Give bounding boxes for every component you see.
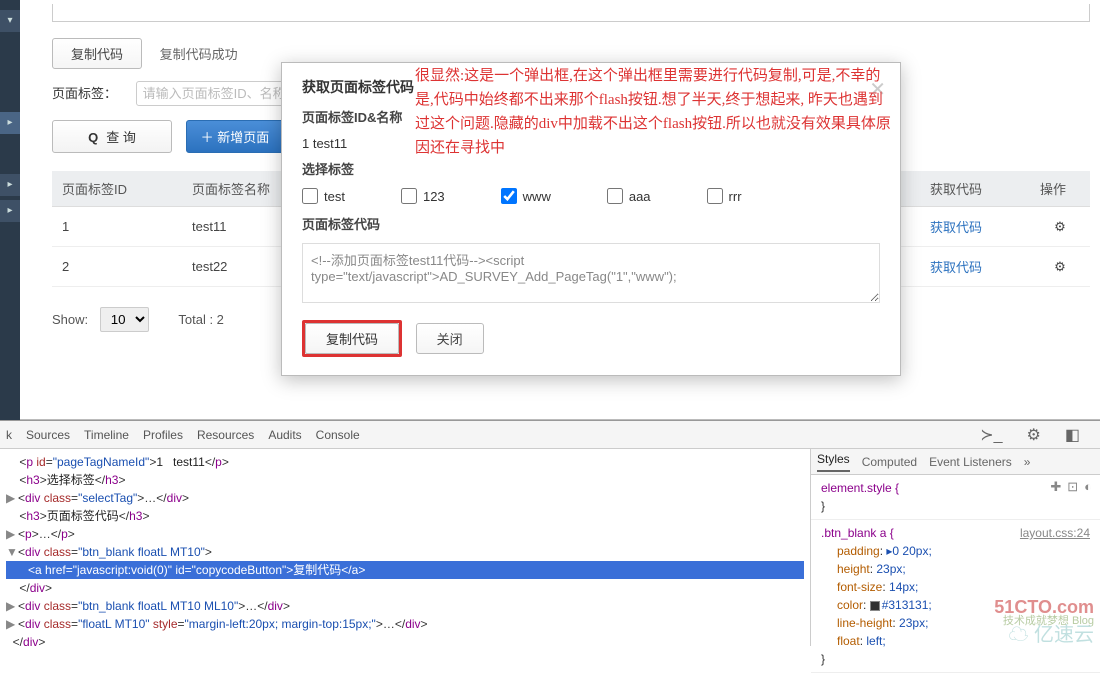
gear-icon[interactable]: ⚙ (1030, 207, 1090, 247)
tab-console[interactable]: Console (316, 428, 360, 442)
annotation-text: 很显然:这是一个弹出框,在这个弹出框里需要进行代码复制,可是,不幸的是,代码中始… (415, 64, 895, 160)
checkbox-row: test 123 www aaa rrr (302, 188, 880, 204)
check-label: www (523, 189, 551, 204)
tab-timeline[interactable]: Timeline (84, 428, 129, 442)
total-text: Total : 2 (178, 312, 224, 327)
code-label: 页面标签代码 (302, 214, 880, 233)
watermark: 51CTO.com 技术成就梦想 Blog ☁ 亿速云 (994, 600, 1094, 642)
check-rrr[interactable]: rrr (707, 188, 742, 204)
choose-tag-label: 选择标签 (302, 159, 880, 178)
left-sidebar: ▾ ▸ ▸ ▸ (0, 0, 20, 420)
new-rule-icon[interactable]: ✚ (1050, 479, 1061, 495)
check-label: rrr (729, 189, 742, 204)
check-label: 123 (423, 189, 445, 204)
dock-icon[interactable]: ◧ (1065, 425, 1080, 445)
tab-sources[interactable]: Sources (26, 428, 70, 442)
tab-audits[interactable]: Audits (268, 428, 301, 442)
page-size-select[interactable]: 10 (100, 307, 149, 332)
rule-selector: .btn_blank a { (821, 526, 894, 540)
gear-icon[interactable]: ⚙ (1030, 247, 1090, 287)
chevron-right-icon[interactable]: ▸ (0, 200, 20, 222)
rule-selector: element.style { (821, 481, 899, 495)
code-textarea[interactable]: <!--添加页面标签test11代码--><script type="text/… (302, 243, 880, 303)
th-op: 操作 (1030, 171, 1090, 207)
copy-code-button[interactable]: 复制代码 (305, 323, 399, 354)
show-label: Show: (52, 312, 88, 327)
chevron-right-icon[interactable]: ▸ (0, 112, 20, 134)
top-textarea[interactable] (52, 4, 1090, 22)
settings-icon[interactable]: ⚙ (1027, 425, 1041, 445)
query-button[interactable]: Q查 询 (52, 120, 172, 153)
check-label: aaa (629, 189, 651, 204)
cell-id: 2 (52, 247, 182, 287)
tag-filter-label: 页面标签： (52, 83, 132, 102)
copy-code-highlight: 复制代码 (302, 320, 402, 357)
check-aaa[interactable]: aaa (607, 188, 651, 204)
toggle-state-icon[interactable]: ⊡ (1067, 479, 1078, 495)
copy-code-button[interactable]: 复制代码 (52, 38, 142, 69)
selected-element[interactable]: <a href="javascript:void(0)" id="copycod… (6, 561, 804, 579)
close-button[interactable]: 关闭 (416, 323, 484, 354)
chevron-down-icon[interactable]: ▾ (0, 10, 20, 32)
source-file-link[interactable]: layout.css:24 (1020, 524, 1090, 542)
check-123[interactable]: 123 (401, 188, 445, 204)
computed-tab[interactable]: Computed (862, 455, 917, 469)
search-icon: Q (88, 130, 98, 145)
copy-success-text: 复制代码成功 (160, 44, 238, 63)
devtools-panel: k Sources Timeline Profiles Resources Au… (0, 420, 1100, 646)
animations-icon[interactable]: ◐ (1084, 479, 1092, 495)
color-swatch[interactable] (870, 601, 880, 611)
cell-id: 1 (52, 207, 182, 247)
chevron-right-icon[interactable]: ▸ (0, 174, 20, 196)
elements-tree[interactable]: <p id="pageTagNameId">1 test11</p> <h3>选… (0, 449, 810, 646)
styles-tab[interactable]: Styles (817, 452, 850, 472)
tab-k[interactable]: k (6, 428, 12, 442)
get-code-link[interactable]: 获取代码 (930, 260, 982, 275)
devtools-tabs: k Sources Timeline Profiles Resources Au… (0, 421, 1100, 449)
more-tabs-icon[interactable]: » (1024, 455, 1031, 469)
th-id: 页面标签ID (52, 171, 182, 207)
check-www[interactable]: www (501, 188, 551, 204)
check-label: test (324, 189, 345, 204)
get-code-link[interactable]: 获取代码 (930, 220, 982, 235)
check-test[interactable]: test (302, 188, 345, 204)
tab-profiles[interactable]: Profiles (143, 428, 183, 442)
add-page-button[interactable]: ＋ 新增页面 (186, 120, 285, 153)
query-button-label: 查 询 (106, 130, 136, 145)
tab-resources[interactable]: Resources (197, 428, 254, 442)
listeners-tab[interactable]: Event Listeners (929, 455, 1012, 469)
drawer-icon[interactable]: ≻_ (980, 425, 1002, 445)
th-get: 获取代码 (920, 171, 1030, 207)
